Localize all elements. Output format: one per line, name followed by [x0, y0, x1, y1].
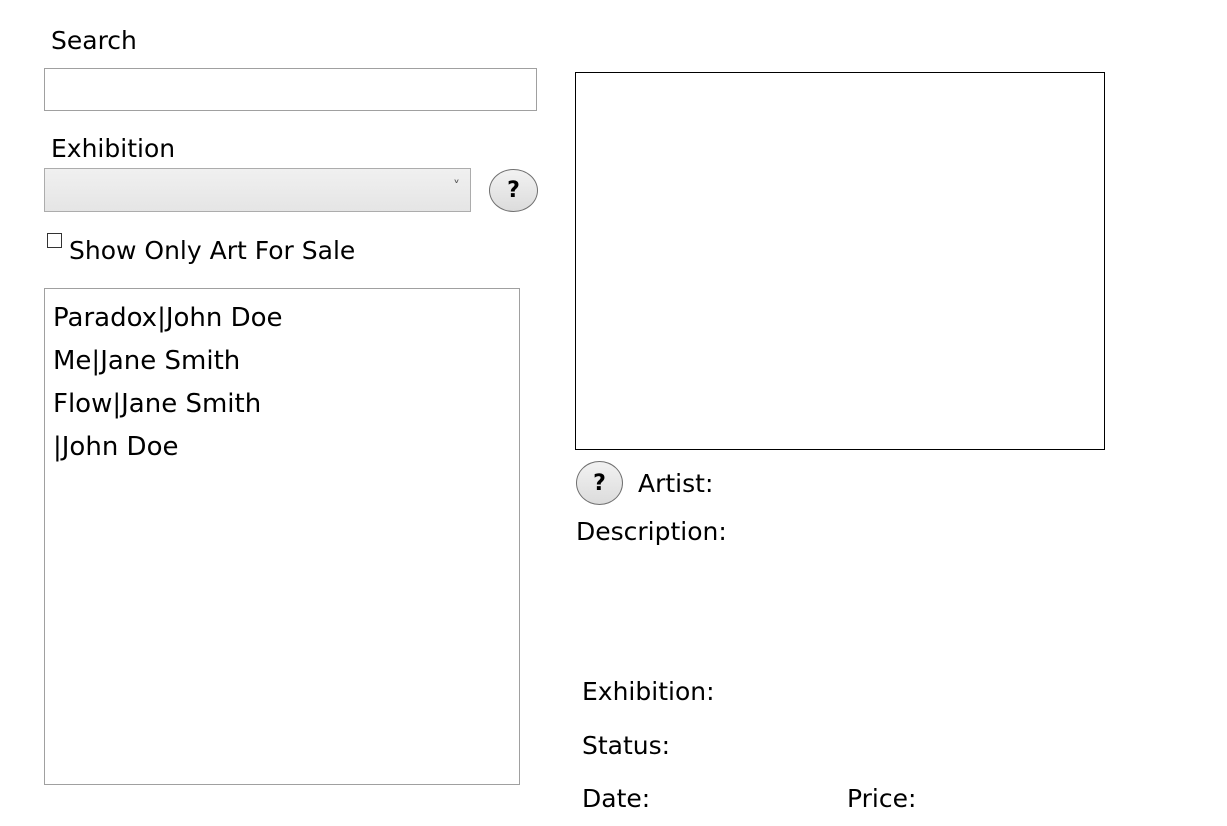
artist-help-button[interactable]: ? [576, 461, 623, 505]
date-label: Date: [582, 784, 651, 813]
exhibition-filter-label: Exhibition [51, 134, 176, 163]
chevron-down-icon: ˅ [453, 179, 460, 195]
status-label: Status: [582, 731, 671, 760]
price-label: Price: [847, 784, 917, 813]
list-item[interactable]: Me|Jane Smith [45, 340, 519, 383]
list-item[interactable]: Flow|Jane Smith [45, 383, 519, 426]
exhibition-help-button[interactable]: ? [489, 169, 538, 212]
artwork-image-preview [575, 72, 1105, 450]
artist-label: Artist: [638, 469, 714, 498]
help-icon: ? [507, 178, 520, 203]
exhibition-dropdown[interactable]: ˅ [44, 168, 471, 212]
for-sale-checkbox[interactable] [47, 233, 62, 248]
art-listbox[interactable]: Paradox|John Doe Me|Jane Smith Flow|Jane… [44, 288, 520, 785]
search-input[interactable] [44, 68, 537, 111]
list-item[interactable]: |John Doe [45, 426, 519, 469]
for-sale-checkbox-label[interactable]: Show Only Art For Sale [69, 236, 355, 266]
help-icon: ? [593, 470, 606, 496]
exhibition-detail-label: Exhibition: [582, 677, 715, 706]
search-label: Search [51, 26, 137, 55]
list-item[interactable]: Paradox|John Doe [45, 297, 519, 340]
description-label: Description: [576, 517, 727, 546]
